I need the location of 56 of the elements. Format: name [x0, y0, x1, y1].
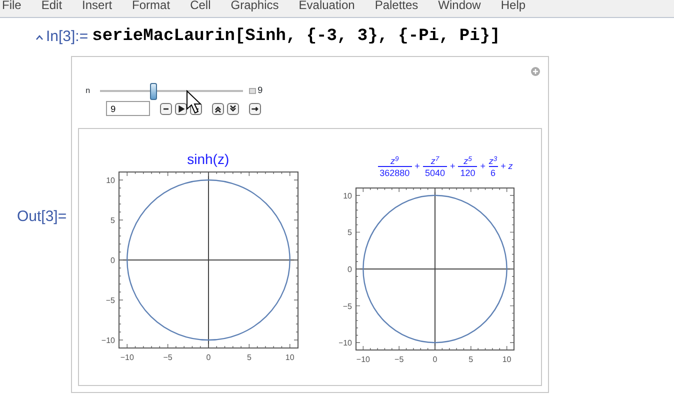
- tick-label: −10: [101, 336, 115, 345]
- formula-operator: +: [480, 160, 486, 174]
- direction-button[interactable]: [248, 102, 261, 114]
- menu-item[interactable]: Window: [438, 0, 481, 12]
- plot-title: sinh(z): [186, 150, 230, 165]
- play-button[interactable]: [174, 102, 187, 114]
- tick-label: 10: [106, 176, 115, 185]
- tick-label: 10: [342, 191, 352, 200]
- tick-label: −5: [394, 355, 404, 363]
- tick-label: −10: [120, 353, 134, 361]
- menu-item[interactable]: Insert: [82, 0, 112, 12]
- menu-item[interactable]: Palettes: [374, 0, 418, 12]
- fraction: z$^{3}$ 6: [488, 156, 498, 178]
- menu-item[interactable]: Evaluation: [298, 0, 355, 12]
- slider-thumb[interactable]: [150, 82, 158, 100]
- mouse-pointer-icon: [186, 90, 202, 114]
- faster-icon: [212, 104, 223, 114]
- caret-icon[interactable]: [36, 34, 43, 40]
- slider-value: 9: [258, 84, 263, 98]
- formula-operator: +: [414, 160, 420, 174]
- slower-button[interactable]: [226, 102, 239, 114]
- menu-item[interactable]: Edit: [41, 0, 62, 12]
- tick-label: 0: [347, 265, 352, 274]
- formula-operator: +: [450, 160, 456, 174]
- tick-label: 5: [468, 355, 473, 363]
- menu-item[interactable]: Help: [500, 0, 526, 12]
- menu-item[interactable]: Cell: [190, 0, 211, 12]
- faster-button[interactable]: [212, 102, 224, 114]
- cell-label: Out[3]=: [17, 207, 67, 224]
- menu-item[interactable]: File: [2, 0, 22, 12]
- menu-item[interactable]: Format: [132, 0, 170, 12]
- tick-label: 0: [206, 353, 210, 361]
- tick-label: −10: [338, 338, 352, 348]
- fraction: z$^{9}$ 362880: [378, 156, 412, 178]
- minus-button[interactable]: [160, 102, 172, 114]
- tick-label: 10: [502, 355, 511, 363]
- slower-icon: [228, 104, 238, 114]
- tick-label: −5: [342, 302, 352, 311]
- tick-label: −10: [356, 355, 370, 363]
- variable-label: n: [86, 85, 92, 97]
- fraction: z$^{5}$ 120: [458, 156, 478, 178]
- play-icon: [176, 104, 186, 114]
- tick-label: 0: [432, 355, 437, 363]
- menu-item[interactable]: Graphics: [230, 0, 279, 12]
- cell-label: In[3]:=: [46, 26, 88, 47]
- tick-label: 5: [110, 216, 115, 225]
- tick-label: 5: [347, 228, 352, 238]
- formula-term: + z: [500, 160, 513, 174]
- tick-label: 5: [246, 353, 252, 361]
- fraction: z$^{7}$ 5040: [422, 156, 447, 178]
- tick-label: −5: [162, 353, 172, 361]
- tick-label: 10: [285, 353, 294, 361]
- tick-label: −5: [106, 296, 115, 305]
- tick-label: 0: [110, 256, 115, 265]
- value-field[interactable]: 9: [106, 101, 150, 116]
- code-input[interactable]: serieMacLaurin[Sinh, {-3, 3}, {-Pi, Pi}]: [92, 24, 500, 50]
